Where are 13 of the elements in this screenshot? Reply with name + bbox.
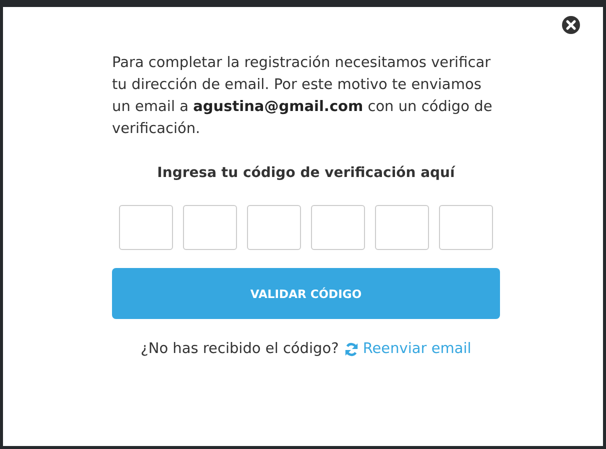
code-digit-field[interactable] [311, 205, 365, 250]
resend-prompt: ¿No has recibido el código? [140, 341, 339, 357]
code-digit-field[interactable] [375, 205, 429, 250]
code-digit-field[interactable] [119, 205, 173, 250]
code-digit-field[interactable] [439, 205, 493, 250]
validate-button[interactable]: VALIDAR CÓDIGO [112, 268, 500, 319]
close-icon[interactable] [562, 16, 580, 34]
instruction-text: Para completar la registración necesitamos verificar tu dirección de email. Por este motivo te enviamos un email a agustina@gmail.com con un código de verificación. [112, 54, 494, 139]
code-digit-field[interactable] [183, 205, 237, 250]
resend-link[interactable]: Reenviar email [344, 341, 472, 357]
refresh-icon [344, 342, 359, 356]
code-digit-field[interactable] [247, 205, 301, 250]
code-label: Ingresa tu código de verificación aquí [156, 165, 456, 181]
